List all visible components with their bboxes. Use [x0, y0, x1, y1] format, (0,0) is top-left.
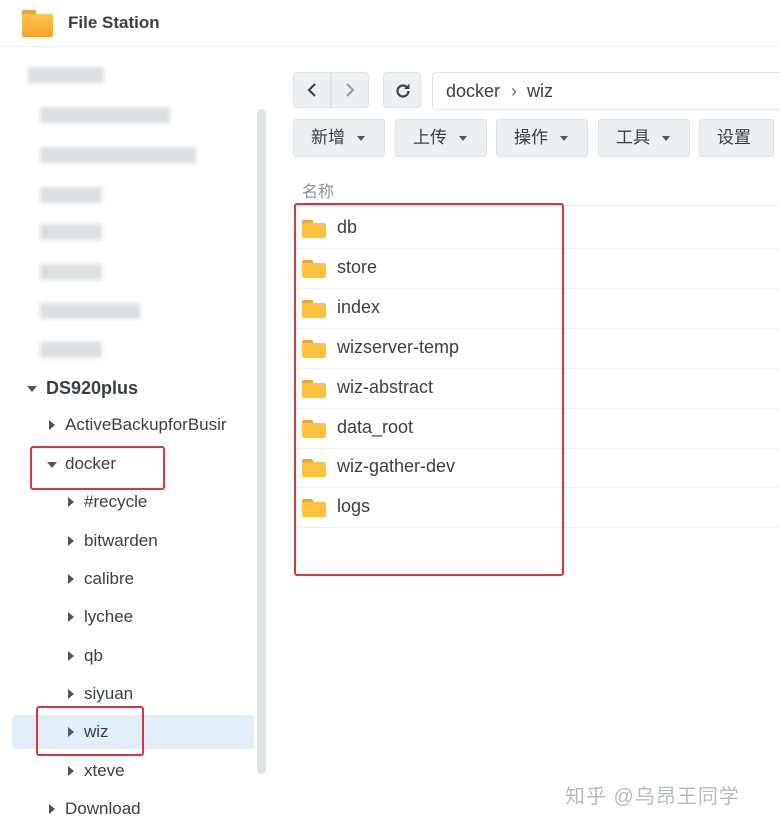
caret-right-icon[interactable] [64, 639, 78, 673]
caret-right-icon[interactable] [64, 600, 78, 634]
chevron-down-icon [560, 136, 568, 141]
blurred-item [40, 342, 102, 358]
highlight-box-docker [30, 446, 165, 490]
tree-node-label: bitwarden [84, 531, 158, 550]
caret-right-icon[interactable] [64, 524, 78, 558]
add-button[interactable]: 新增 [293, 119, 385, 157]
caret-right-icon[interactable] [45, 792, 59, 826]
tree-node-label: calibre [84, 569, 135, 588]
blurred-item [40, 107, 170, 123]
breadcrumb-wiz[interactable]: wiz [527, 81, 553, 102]
chevron-down-icon [459, 136, 467, 141]
caret-down-icon[interactable] [25, 371, 39, 405]
tree-node-label: DS920plus [46, 378, 139, 398]
action-button-label: 操作 [514, 128, 548, 147]
blurred-item [40, 224, 102, 240]
add-button-label: 新增 [311, 128, 345, 147]
tree-node-recycle[interactable]: #recycle [64, 485, 254, 519]
tools-button[interactable]: 工具 [598, 119, 690, 157]
tree-node-bitwarden[interactable]: bitwarden [64, 524, 254, 558]
chevron-right-icon [346, 83, 355, 97]
path-bar[interactable]: docker › wiz [432, 72, 780, 110]
blurred-item [40, 303, 140, 319]
highlight-box-wiz [36, 706, 144, 756]
tree-node-label: lychee [84, 607, 134, 626]
highlight-box-file-list [294, 203, 564, 576]
blurred-item [40, 147, 196, 163]
tree-node-label: #recycle [84, 492, 148, 511]
upload-button[interactable]: 上传 [395, 119, 487, 157]
tools-button-label: 工具 [616, 128, 650, 147]
tree-node-activebackup[interactable]: ActiveBackupforBusir [45, 408, 255, 442]
caret-right-icon[interactable] [64, 485, 78, 519]
column-header-name[interactable]: 名称 [302, 178, 334, 202]
caret-right-icon[interactable] [64, 754, 78, 788]
title-bar: File Station [0, 0, 780, 47]
caret-right-icon[interactable] [64, 562, 78, 596]
tree-node-calibre[interactable]: calibre [64, 562, 254, 596]
tree-node-download[interactable]: Download [45, 792, 255, 826]
file-station-icon [22, 10, 53, 37]
chevron-down-icon [357, 136, 365, 141]
back-button[interactable] [293, 72, 331, 108]
app-title: File Station [68, 13, 160, 32]
tree-node-ds920plus[interactable]: DS920plus [25, 371, 255, 405]
settings-button-label: 设置 [717, 128, 751, 147]
chevron-left-icon [307, 83, 316, 97]
upload-button-label: 上传 [413, 128, 447, 147]
tree-node-label: ActiveBackupforBusir [65, 415, 227, 434]
sidebar-scrollbar[interactable] [257, 109, 266, 774]
chevron-down-icon [662, 136, 670, 141]
settings-button[interactable]: 设置 [699, 119, 774, 157]
watermark: 知乎 @乌昂王同学 [565, 786, 740, 808]
blurred-item [40, 187, 102, 203]
forward-button[interactable] [331, 72, 369, 108]
refresh-button[interactable] [383, 72, 421, 108]
breadcrumb-separator-icon: › [511, 81, 517, 101]
breadcrumb-docker[interactable]: docker [446, 81, 500, 102]
tree-node-lychee[interactable]: lychee [64, 600, 254, 634]
blurred-item [28, 67, 104, 83]
refresh-icon [396, 83, 410, 98]
blurred-item [40, 264, 102, 280]
tree-node-qb[interactable]: qb [64, 639, 254, 673]
tree-node-label: Download [65, 799, 141, 818]
caret-right-icon[interactable] [45, 408, 59, 442]
action-button[interactable]: 操作 [496, 119, 588, 157]
tree-node-label: qb [84, 646, 103, 665]
tree-node-label: xteve [84, 761, 125, 780]
tree-node-xteve[interactable]: xteve [64, 754, 254, 788]
